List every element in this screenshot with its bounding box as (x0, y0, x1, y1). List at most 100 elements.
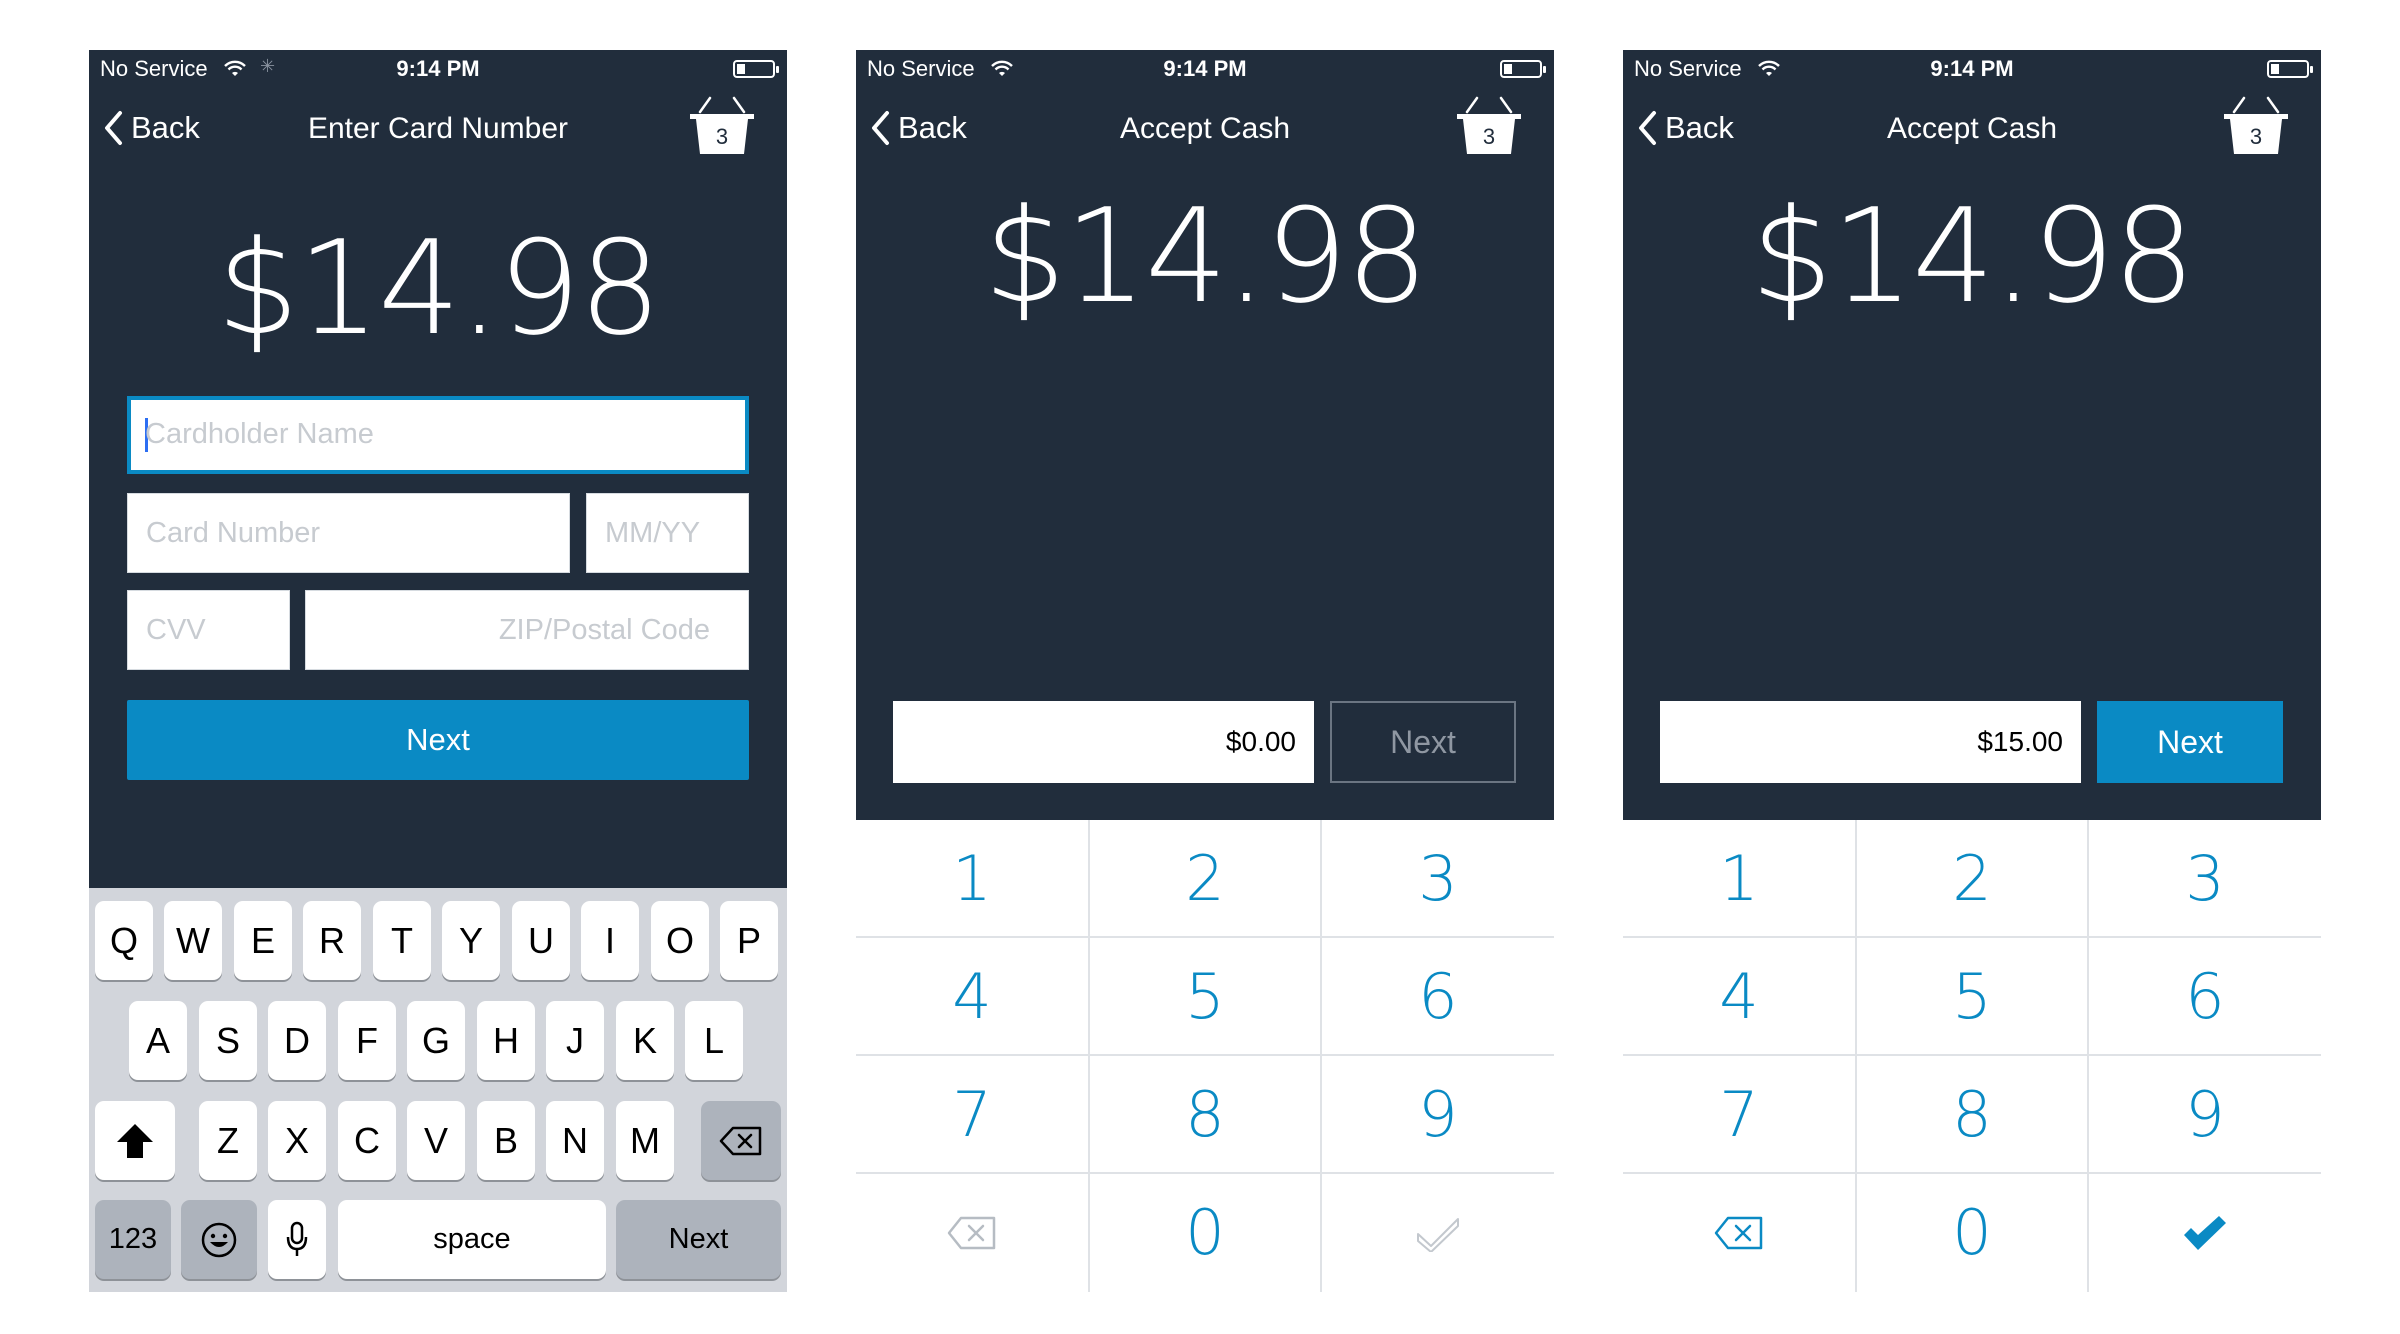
key-r[interactable]: R (303, 901, 361, 980)
keypad-8[interactable]: 8 (1856, 1056, 2088, 1173)
key-h[interactable]: H (477, 1001, 535, 1080)
clock: 9:14 PM (1163, 56, 1247, 81)
key-y[interactable]: Y (442, 901, 500, 980)
numbers-key[interactable]: 123 (95, 1200, 171, 1279)
total-amount: $14.98 (983, 180, 1429, 332)
keypad-6[interactable]: 6 (1322, 938, 1554, 1055)
keypad-7[interactable]: 7 (856, 1056, 1088, 1173)
key-c[interactable]: C (338, 1101, 396, 1180)
keypad-8[interactable]: 8 (1089, 1056, 1321, 1173)
key-v[interactable]: V (407, 1101, 465, 1180)
keypad-7[interactable]: 7 (1623, 1056, 1855, 1173)
cardholder-name-field[interactable]: Cardholder Name (127, 396, 749, 474)
dictation-key[interactable] (268, 1200, 326, 1279)
battery-icon (1500, 60, 1546, 78)
page-title: Enter Card Number (307, 112, 569, 145)
expiry-placeholder: MM/YY (605, 516, 701, 549)
keypad-1[interactable]: 1 (1623, 820, 1855, 937)
cart-button[interactable]: 3 (2222, 94, 2290, 158)
keypad-6[interactable]: 6 (2089, 938, 2321, 1055)
shift-arrow-icon (117, 1123, 153, 1158)
backspace-key[interactable] (701, 1101, 781, 1180)
keypad-5[interactable]: 5 (1856, 938, 2088, 1055)
nav-bar: Back Accept Cash 3 (1623, 94, 2321, 164)
keypad-confirm-disabled[interactable] (1322, 1174, 1554, 1291)
key-k[interactable]: K (616, 1001, 674, 1080)
battery-icon (733, 60, 779, 78)
key-t[interactable]: T (373, 901, 431, 980)
total-amount: $14.98 (1750, 180, 2196, 332)
key-a[interactable]: A (129, 1001, 187, 1080)
keypad-confirm[interactable] (2089, 1174, 2321, 1291)
key-q[interactable]: Q (95, 901, 153, 980)
keypad-9[interactable]: 9 (1322, 1056, 1554, 1173)
delete-icon (1714, 1216, 1763, 1249)
key-g[interactable]: G (407, 1001, 465, 1080)
zip-field[interactable]: ZIP/Postal Code (305, 590, 749, 670)
keypad-delete[interactable] (1623, 1174, 1855, 1291)
keypad-5[interactable]: 5 (1089, 938, 1321, 1055)
cart-count-badge: 3 (2249, 124, 2263, 149)
cart-count-badge: 3 (1482, 124, 1496, 149)
nav-bar: Back Enter Card Number 3 (89, 94, 787, 164)
card-number-placeholder: Card Number (146, 516, 321, 549)
checkmark-icon (2184, 1215, 2226, 1250)
emoji-icon (201, 1222, 237, 1257)
key-e[interactable]: E (234, 901, 292, 980)
keypad-3[interactable]: 3 (1322, 820, 1554, 937)
space-key[interactable]: space (338, 1200, 606, 1279)
key-x[interactable]: X (268, 1101, 326, 1180)
keypad-0[interactable]: 0 (1856, 1174, 2088, 1291)
clock: 9:14 PM (396, 56, 480, 81)
cash-received-input[interactable]: $0.00 (893, 701, 1314, 783)
keypad-2[interactable]: 2 (1089, 820, 1321, 937)
keyboard: Q W E R T Y U I O P A S D F G H J K L Z … (89, 888, 787, 1292)
next-button[interactable]: Next (127, 700, 749, 780)
cash-received-input[interactable]: $15.00 (1660, 701, 2081, 783)
microphone-icon (286, 1221, 308, 1256)
key-l[interactable]: L (685, 1001, 743, 1080)
next-button[interactable]: Next (2097, 701, 2283, 783)
backspace-icon (719, 1126, 762, 1155)
cvv-field[interactable]: CVV (127, 590, 290, 670)
key-u[interactable]: U (512, 901, 570, 980)
nav-bar: Back Accept Cash 3 (856, 94, 1554, 164)
key-s[interactable]: S (199, 1001, 257, 1080)
keypad-delete[interactable] (856, 1174, 1088, 1291)
keypad-4[interactable]: 4 (856, 938, 1088, 1055)
page-title: Accept Cash (1119, 112, 1291, 145)
cart-button[interactable]: 3 (1455, 94, 1523, 158)
emoji-key[interactable] (181, 1200, 257, 1279)
keypad-9[interactable]: 9 (2089, 1056, 2321, 1173)
keypad-2[interactable]: 2 (1856, 820, 2088, 937)
key-p[interactable]: P (720, 901, 778, 980)
cart-button[interactable]: 3 (688, 94, 756, 158)
key-n[interactable]: N (546, 1101, 604, 1180)
key-o[interactable]: O (651, 901, 709, 980)
key-i[interactable]: I (581, 901, 639, 980)
card-entry-screen: No Service ✳ 9:14 PM Back Enter Card Num… (89, 50, 787, 1292)
keypad-3[interactable]: 3 (2089, 820, 2321, 937)
numeric-keypad: 1 2 3 4 5 6 7 8 9 0 (856, 820, 1554, 1292)
key-b[interactable]: B (477, 1101, 535, 1180)
expiry-field[interactable]: MM/YY (586, 493, 749, 573)
total-amount: $14.98 (216, 212, 662, 364)
shift-key[interactable] (95, 1101, 175, 1180)
status-bar: No Service ✳ 9:14 PM (89, 50, 787, 86)
delete-icon (947, 1216, 996, 1249)
card-number-field[interactable]: Card Number (127, 493, 570, 573)
key-m[interactable]: M (616, 1101, 674, 1180)
key-d[interactable]: D (268, 1001, 326, 1080)
next-button-disabled[interactable]: Next (1330, 701, 1516, 783)
keypad-1[interactable]: 1 (856, 820, 1088, 937)
clock: 9:14 PM (1930, 56, 2014, 81)
numeric-keypad: 1 2 3 4 5 6 7 8 9 0 (1623, 820, 2321, 1292)
keypad-4[interactable]: 4 (1623, 938, 1855, 1055)
key-f[interactable]: F (338, 1001, 396, 1080)
cart-count-badge: 3 (715, 124, 729, 149)
key-w[interactable]: W (164, 901, 222, 980)
key-z[interactable]: Z (199, 1101, 257, 1180)
keypad-0[interactable]: 0 (1089, 1174, 1321, 1291)
key-j[interactable]: J (546, 1001, 604, 1080)
return-next-key[interactable]: Next (616, 1200, 781, 1279)
